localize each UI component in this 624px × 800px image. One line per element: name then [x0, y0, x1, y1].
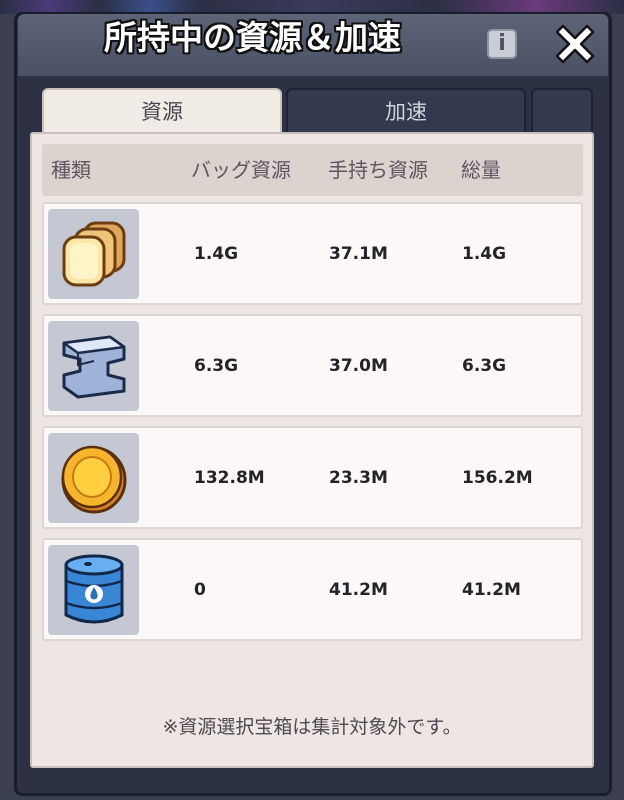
- tab-resources[interactable]: 資源: [42, 88, 282, 132]
- bag-value: 132.8M: [194, 468, 265, 488]
- tab-speedups[interactable]: 加速: [286, 88, 526, 132]
- iron-ingot-icon: [62, 335, 126, 399]
- table-header: 種類 バッグ資源 手持ち資源 総量: [42, 144, 583, 196]
- table-row: 1.4G 37.1M 1.4G: [42, 202, 583, 305]
- icon-tile: [48, 433, 139, 523]
- oil-barrel-icon: [64, 554, 124, 624]
- total-value: 156.2M: [462, 468, 533, 488]
- table-row: 0 41.2M 41.2M: [42, 538, 583, 641]
- table-row: 6.3G 37.0M 6.3G: [42, 314, 583, 417]
- header-bag: バッグ資源: [191, 158, 291, 182]
- tab-speedups-label: 加速: [385, 100, 427, 124]
- icon-tile: [48, 545, 139, 635]
- hand-value: 23.3M: [329, 468, 388, 488]
- footer-note: ※資源選択宝箱は集計対象外です。: [162, 716, 462, 738]
- table-row: 132.8M 23.3M 156.2M: [42, 426, 583, 529]
- header-hand: 手持ち資源: [328, 158, 428, 182]
- header-total: 総量: [461, 158, 501, 182]
- total-value: 6.3G: [462, 356, 507, 376]
- dialog-title: 所持中の資源＆加速: [104, 18, 401, 57]
- close-button[interactable]: [553, 20, 597, 64]
- info-button[interactable]: i: [487, 29, 517, 59]
- hand-value: 37.0M: [329, 356, 388, 376]
- close-icon: [555, 24, 595, 64]
- tab-resources-label: 資源: [141, 100, 183, 124]
- gold-coin-icon: [61, 445, 127, 514]
- total-value: 41.2M: [462, 580, 521, 600]
- header-type: 種類: [51, 158, 91, 182]
- tab-partial[interactable]: [531, 88, 593, 132]
- info-icon: i: [498, 31, 506, 56]
- bag-value: 1.4G: [194, 244, 239, 264]
- bread-icon: [62, 221, 126, 287]
- total-value: 1.4G: [462, 244, 507, 264]
- hand-value: 41.2M: [329, 580, 388, 600]
- icon-tile: [48, 209, 139, 299]
- icon-tile: [48, 321, 139, 411]
- hand-value: 37.1M: [329, 244, 388, 264]
- bag-value: 6.3G: [194, 356, 239, 376]
- bag-value: 0: [194, 580, 206, 600]
